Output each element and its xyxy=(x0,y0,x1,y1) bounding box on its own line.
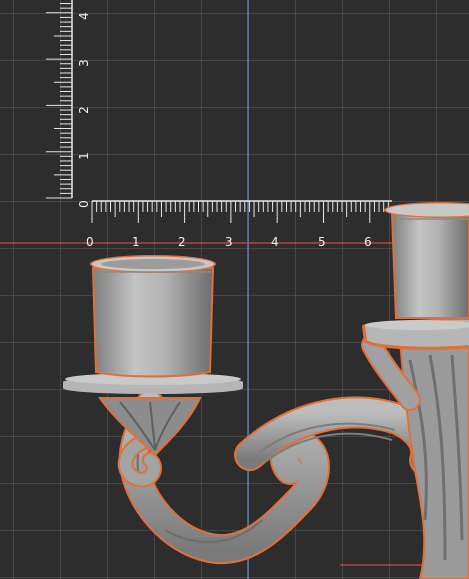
hruler-label-4: 4 xyxy=(271,235,279,249)
vruler-label-3: 3 xyxy=(76,59,91,67)
left-candle-cup[interactable] xyxy=(63,255,443,565)
vruler-label-2: 2 xyxy=(76,106,91,114)
vertical-ruler xyxy=(46,0,73,199)
hruler-label-2: 2 xyxy=(178,235,186,249)
hruler-label-1: 1 xyxy=(132,235,140,249)
hruler-label-0: 0 xyxy=(86,235,94,249)
horizontal-ruler xyxy=(91,200,392,223)
3d-viewport[interactable]: 0 1 2 3 4 5 6 0 1 2 3 4 xyxy=(0,0,469,579)
vruler-label-4: 4 xyxy=(76,12,91,20)
hruler-label-6: 6 xyxy=(364,235,372,249)
vruler-label-0: 0 xyxy=(76,200,91,208)
right-candle-cup[interactable] xyxy=(361,202,469,579)
vruler-label-1: 1 xyxy=(76,152,91,160)
hruler-label-3: 3 xyxy=(225,235,233,249)
hruler-label-5: 5 xyxy=(318,235,326,249)
scene-svg xyxy=(0,0,469,579)
